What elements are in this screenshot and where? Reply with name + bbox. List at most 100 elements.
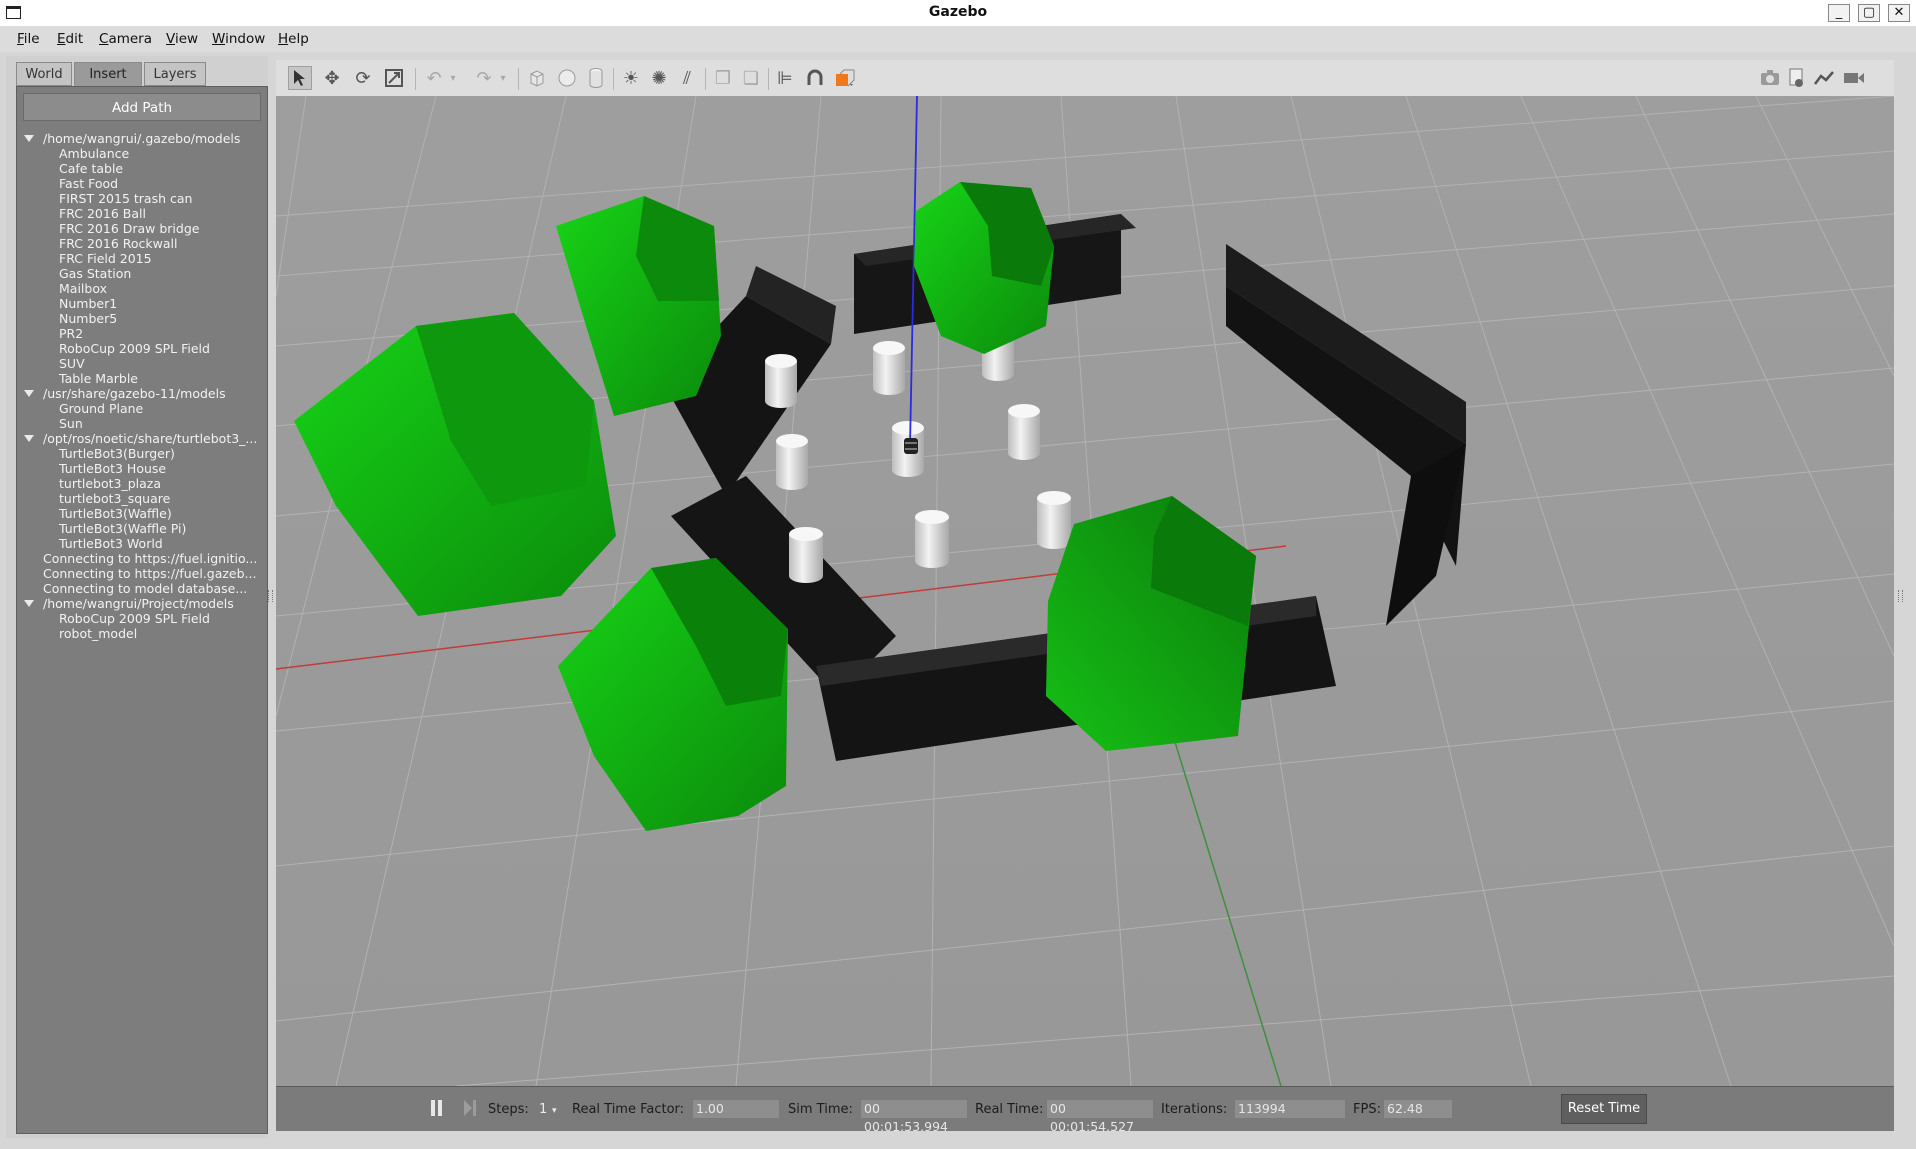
align-icon[interactable]: ⊫ <box>773 66 797 90</box>
snap-magnet-icon[interactable] <box>803 66 827 90</box>
connection-status-line[interactable]: Connecting to https://fuel.ignitio... <box>43 551 257 566</box>
undo-dropdown-icon[interactable]: ▾ <box>446 66 460 90</box>
sim-time-value: 00 00:01:53.994 <box>860 1099 968 1134</box>
menu-camera[interactable]: Camera <box>99 31 152 47</box>
steps-dropdown-icon[interactable]: ▾ <box>552 1106 557 1116</box>
steps-label: Steps: <box>488 1102 529 1117</box>
log-data-icon[interactable] <box>1784 66 1808 90</box>
maximize-icon[interactable]: ▢ <box>1858 4 1880 22</box>
screenshot-icon[interactable] <box>1758 66 1782 90</box>
model-path-group[interactable]: /home/wangrui/.gazebo/models <box>43 131 240 146</box>
menu-window[interactable]: Window <box>212 31 265 47</box>
left-splitter-handle[interactable] <box>268 590 273 602</box>
close-icon[interactable]: ✕ <box>1888 4 1910 22</box>
model-item[interactable]: FIRST 2015 trash can <box>59 191 192 206</box>
left-panel: World Insert Layers Add Path /home/wangr… <box>6 56 268 1138</box>
model-item[interactable]: Cafe table <box>59 161 123 176</box>
undo-icon[interactable]: ↶ <box>422 66 446 90</box>
scale-icon[interactable] <box>382 66 406 90</box>
model-item[interactable]: TurtleBot3(Waffle Pi) <box>59 521 186 536</box>
model-item[interactable]: FRC 2016 Draw bridge <box>59 221 199 236</box>
rotate-icon[interactable]: ⟳ <box>351 66 375 90</box>
model-item[interactable]: robot_model <box>59 626 137 641</box>
model-item[interactable]: Gas Station <box>59 266 131 281</box>
status-bar: Steps: 1 ▾ Real Time Factor: 1.00 Sim Ti… <box>276 1086 1894 1134</box>
expand-triangle-icon[interactable] <box>24 435 34 442</box>
model-item[interactable]: RoboCup 2009 SPL Field <box>59 341 210 356</box>
plot-icon[interactable] <box>1812 66 1836 90</box>
change-view-icon[interactable] <box>833 66 857 90</box>
model-item[interactable]: TurtleBot3(Waffle) <box>59 506 172 521</box>
step-forward-icon[interactable] <box>462 1099 478 1117</box>
add-path-button[interactable]: Add Path <box>23 93 261 121</box>
model-item[interactable]: Ground Plane <box>59 401 143 416</box>
point-light-icon[interactable]: ☀ <box>619 66 643 90</box>
redo-icon[interactable]: ↷ <box>472 66 496 90</box>
model-item[interactable]: Ambulance <box>59 146 129 161</box>
expand-triangle-icon[interactable] <box>24 390 34 397</box>
model-path-group[interactable]: /opt/ros/noetic/share/turtlebot3_... <box>43 431 257 446</box>
model-item[interactable]: SUV <box>59 356 85 371</box>
model-item[interactable]: Fast Food <box>59 176 118 191</box>
reset-time-button[interactable]: Reset Time <box>1561 1094 1647 1124</box>
real-time-value: 00 00:01:54.527 <box>1046 1099 1154 1134</box>
scene-render <box>276 96 1894 1086</box>
turtlebot-robot[interactable] <box>904 438 918 454</box>
scene-viewport[interactable] <box>276 96 1894 1086</box>
model-item[interactable]: Number1 <box>59 296 117 311</box>
box-shape-icon[interactable] <box>525 66 549 90</box>
menu-bar: File Edit Camera View Window Help <box>0 26 1916 52</box>
expand-triangle-icon[interactable] <box>24 600 34 607</box>
paste-icon[interactable]: ❏ <box>739 66 763 90</box>
sim-time-label: Sim Time: <box>788 1102 853 1117</box>
connection-status-line[interactable]: Connecting to https://fuel.gazeb... <box>43 566 256 581</box>
expand-triangle-icon[interactable] <box>24 135 34 142</box>
model-item[interactable]: FRC 2016 Ball <box>59 206 146 221</box>
window-title: Gazebo <box>928 4 988 20</box>
model-path-group[interactable]: /usr/share/gazebo-11/models <box>43 386 226 401</box>
model-item[interactable]: turtlebot3_plaza <box>59 476 161 491</box>
cylinder-shape-icon[interactable] <box>584 66 608 90</box>
iterations-value: 113994 <box>1234 1099 1346 1119</box>
main-toolbar: ✥ ⟳ ↶ ▾ ↷ ▾ ☀ ✺ ⫽ ❐ ❏ ⊫ <box>276 60 1894 97</box>
fps-label: FPS: <box>1353 1102 1381 1117</box>
redo-dropdown-icon[interactable]: ▾ <box>496 66 510 90</box>
model-item[interactable]: FRC 2016 Rockwall <box>59 236 177 251</box>
model-item[interactable]: RoboCup 2009 SPL Field <box>59 611 210 626</box>
model-item[interactable]: Number5 <box>59 311 117 326</box>
menu-file[interactable]: File <box>17 31 40 47</box>
model-item[interactable]: turtlebot3_square <box>59 491 170 506</box>
menu-view[interactable]: View <box>166 31 198 47</box>
menu-help[interactable]: Help <box>278 31 309 47</box>
model-item[interactable]: TurtleBot3 World <box>59 536 163 551</box>
translate-icon[interactable]: ✥ <box>320 66 344 90</box>
sphere-shape-icon[interactable] <box>555 66 579 90</box>
model-item[interactable]: Sun <box>59 416 83 431</box>
menu-edit[interactable]: Edit <box>57 31 83 47</box>
insert-panel: Add Path /home/wangrui/.gazebo/models Amb… <box>16 86 268 1134</box>
model-item[interactable]: Mailbox <box>59 281 107 296</box>
right-splitter-handle[interactable] <box>1898 590 1903 602</box>
model-item[interactable]: Table Marble <box>59 371 138 386</box>
directional-light-icon[interactable]: ⫽ <box>675 66 699 90</box>
steps-value[interactable]: 1 <box>539 1102 547 1117</box>
title-bar: Gazebo _ ▢ ✕ <box>0 0 1916 27</box>
copy-icon[interactable]: ❐ <box>711 66 735 90</box>
tab-insert[interactable]: Insert <box>74 62 142 86</box>
real-time-label: Real Time: <box>975 1102 1044 1117</box>
select-arrow-icon[interactable] <box>288 66 312 90</box>
tab-world[interactable]: World <box>16 62 72 86</box>
model-item[interactable]: PR2 <box>59 326 83 341</box>
pause-icon[interactable] <box>430 1099 444 1117</box>
tab-layers[interactable]: Layers <box>144 62 206 86</box>
rtf-label: Real Time Factor: <box>572 1102 685 1117</box>
model-item[interactable]: TurtleBot3(Burger) <box>59 446 175 461</box>
model-item[interactable]: FRC Field 2015 <box>59 251 152 266</box>
fps-value: 62.48 <box>1383 1099 1453 1119</box>
minimize-icon[interactable]: _ <box>1828 4 1850 22</box>
model-item[interactable]: TurtleBot3 House <box>59 461 166 476</box>
model-path-group[interactable]: /home/wangrui/Project/models <box>43 596 234 611</box>
connection-status-line[interactable]: Connecting to model database... <box>43 581 247 596</box>
spot-light-icon[interactable]: ✺ <box>647 66 671 90</box>
record-video-icon[interactable] <box>1842 66 1866 90</box>
